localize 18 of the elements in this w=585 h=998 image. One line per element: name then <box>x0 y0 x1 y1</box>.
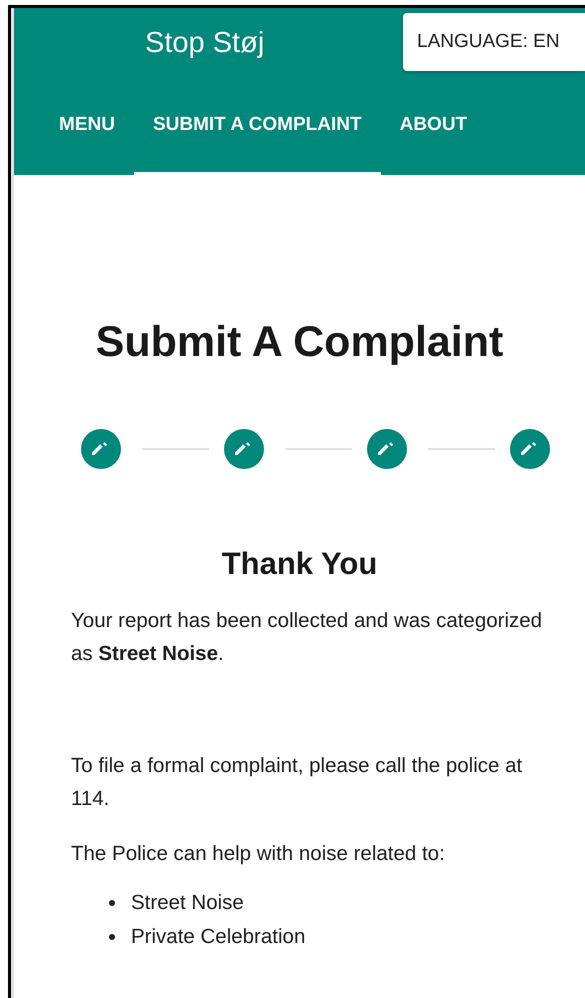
pencil-icon[interactable] <box>81 429 121 469</box>
body-text: The Police can help with noise related to: <box>71 841 446 867</box>
body-text: To file a formal complaint, please call the police at 114. <box>71 753 524 812</box>
list-item: Street Noise <box>131 890 244 916</box>
bullet-icon <box>109 900 115 906</box>
list-item: Private Celebration <box>131 924 306 950</box>
nav-tab[interactable]: ABOUT <box>380 78 486 175</box>
pencil-icon[interactable] <box>510 429 550 469</box>
bullet-icon <box>109 934 115 940</box>
nav-tab[interactable]: MENU <box>40 78 134 175</box>
nav-tab[interactable]: SUBMIT A COMPLAINT <box>134 78 381 175</box>
language-button[interactable]: LANGUAGE: EN <box>403 13 585 71</box>
page-title: Submit A Complaint <box>94 318 504 367</box>
section-heading: Thank You <box>220 546 378 582</box>
pencil-icon[interactable] <box>224 429 264 469</box>
app-title: Stop Støj <box>145 27 264 60</box>
pencil-icon[interactable] <box>367 429 407 469</box>
body-text: Your report has been collected and was categorized as Street Noise. <box>71 608 544 667</box>
